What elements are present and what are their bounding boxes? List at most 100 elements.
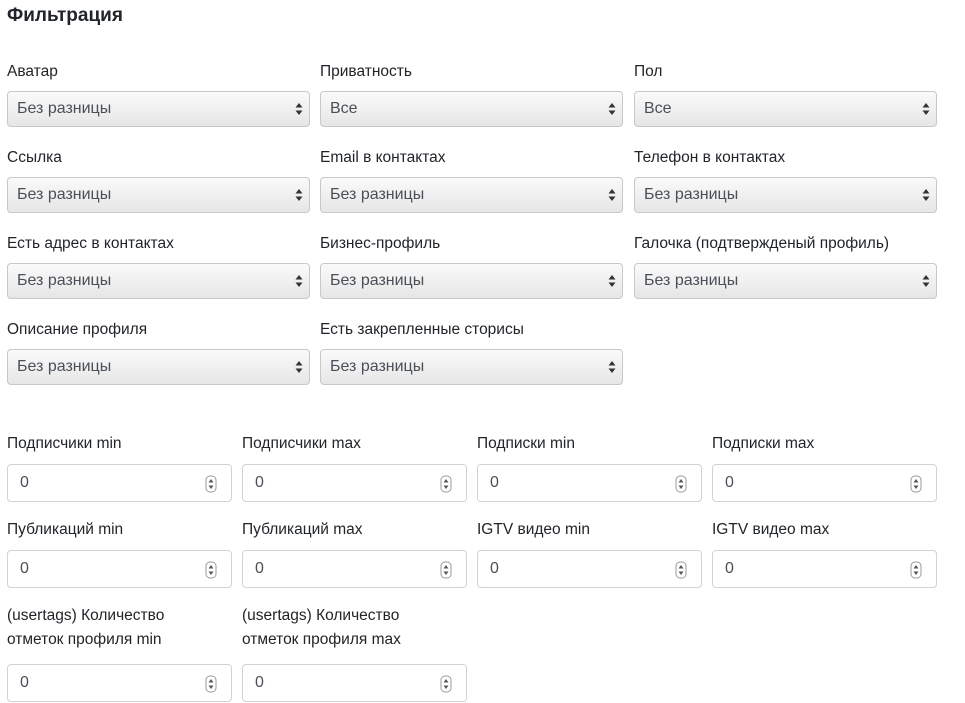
select-value: Без разницы: [17, 272, 112, 289]
number-field: IGTV видео min 0: [477, 518, 702, 588]
chevron-up-down-icon: [608, 189, 616, 201]
number-field: Подписчики min 0: [7, 432, 232, 502]
page-title: Фильтрация: [7, 5, 123, 26]
spinner-arrows-icon[interactable]: [205, 475, 217, 493]
select-label: Есть закрепленные сторисы: [320, 321, 524, 338]
spinner-arrows-icon[interactable]: [205, 675, 217, 693]
select-label: Бизнес-профиль: [320, 235, 441, 252]
select-value: Без разницы: [330, 358, 425, 375]
select-field: Галочка (подтвержденый профиль) Без разн…: [634, 232, 937, 299]
number-input[interactable]: 0: [477, 550, 702, 588]
number-input[interactable]: 0: [242, 464, 467, 502]
select-label: Галочка (подтвержденый профиль): [634, 235, 890, 252]
select-field: Аватар Без разницы: [7, 60, 310, 127]
select-label: Аватар: [7, 63, 58, 80]
chevron-up-down-icon: [295, 103, 303, 115]
number-label: IGTV видео min: [477, 521, 590, 538]
select-value: Без разницы: [17, 186, 112, 203]
select-value: Без разницы: [644, 272, 739, 289]
select-field: Email в контактах Без разницы: [320, 146, 623, 213]
select-field: Телефон в контактах Без разницы: [634, 146, 937, 213]
spinner-arrows-icon[interactable]: [440, 675, 452, 693]
select-dropdown[interactable]: Все: [320, 91, 623, 127]
number-field: Подписчики max 0: [242, 432, 467, 502]
number-label: Подписки min: [477, 435, 575, 452]
select-field: Пол Все: [634, 60, 937, 127]
chevron-up-down-icon: [922, 189, 930, 201]
number-value: 0: [20, 674, 29, 691]
spinner-arrows-icon[interactable]: [440, 561, 452, 579]
number-label: IGTV видео max: [712, 521, 830, 538]
select-field: Есть закрепленные сторисы Без разницы: [320, 318, 623, 385]
number-value: 0: [490, 474, 499, 491]
number-input[interactable]: 0: [7, 464, 232, 502]
select-dropdown[interactable]: Без разницы: [320, 263, 623, 299]
chevron-up-down-icon: [608, 103, 616, 115]
select-label: Есть адрес в контактах: [7, 235, 174, 252]
number-input[interactable]: 0: [242, 550, 467, 588]
select-field: Бизнес-профиль Без разницы: [320, 232, 623, 299]
number-input[interactable]: 0: [477, 464, 702, 502]
number-input[interactable]: 0: [712, 550, 937, 588]
number-value: 0: [490, 560, 499, 577]
select-value: Без разницы: [330, 186, 425, 203]
spinner-arrows-icon[interactable]: [205, 561, 217, 579]
select-value: Без разницы: [644, 186, 739, 203]
select-label: Email в контактах: [320, 149, 446, 166]
select-field: Описание профиля Без разницы: [7, 318, 310, 385]
select-dropdown[interactable]: Без разницы: [7, 91, 310, 127]
number-field: Публикаций min 0: [7, 518, 232, 588]
number-input[interactable]: 0: [242, 664, 467, 702]
number-label: (usertags) Количество отметок профиля ma…: [242, 607, 401, 648]
number-field: Подписки min 0: [477, 432, 702, 502]
select-dropdown[interactable]: Без разницы: [634, 177, 937, 213]
number-label: Подписчики max: [242, 435, 361, 452]
select-field: Есть адрес в контактах Без разницы: [7, 232, 310, 299]
number-value: 0: [725, 560, 734, 577]
number-field: Подписки max 0: [712, 432, 937, 502]
number-input[interactable]: 0: [7, 550, 232, 588]
number-field: (usertags) Количество отметок профиля mi…: [7, 604, 232, 702]
select-label: Телефон в контактах: [634, 149, 786, 166]
number-label: Подписчики min: [7, 435, 122, 452]
number-value: 0: [255, 674, 264, 691]
select-value: Все: [330, 100, 358, 117]
number-field: Публикаций max 0: [242, 518, 467, 588]
spinner-arrows-icon[interactable]: [440, 475, 452, 493]
number-value: 0: [20, 560, 29, 577]
chevron-up-down-icon: [608, 361, 616, 373]
number-value: 0: [255, 474, 264, 491]
select-dropdown[interactable]: Без разницы: [320, 349, 623, 385]
select-value: Без разницы: [17, 358, 112, 375]
select-label: Приватность: [320, 63, 412, 80]
number-input[interactable]: 0: [712, 464, 937, 502]
chevron-up-down-icon: [922, 103, 930, 115]
number-label: (usertags) Количество отметок профиля mi…: [7, 607, 165, 648]
number-input[interactable]: 0: [7, 664, 232, 702]
number-label: Публикаций min: [7, 521, 124, 538]
select-dropdown[interactable]: Без разницы: [7, 263, 310, 299]
chevron-up-down-icon: [295, 361, 303, 373]
select-dropdown[interactable]: Без разницы: [7, 349, 310, 385]
spinner-arrows-icon[interactable]: [910, 475, 922, 493]
select-dropdown[interactable]: Без разницы: [7, 177, 310, 213]
select-label: Описание профиля: [7, 321, 148, 338]
select-dropdown[interactable]: Без разницы: [634, 263, 937, 299]
spinner-arrows-icon[interactable]: [910, 561, 922, 579]
select-label: Пол: [634, 63, 663, 80]
spinner-arrows-icon[interactable]: [675, 475, 687, 493]
number-value: 0: [20, 474, 29, 491]
select-dropdown[interactable]: Все: [634, 91, 937, 127]
spinner-arrows-icon[interactable]: [675, 561, 687, 579]
number-value: 0: [725, 474, 734, 491]
select-value: Без разницы: [17, 100, 112, 117]
select-value: Все: [644, 100, 672, 117]
select-dropdown[interactable]: Без разницы: [320, 177, 623, 213]
select-field: Приватность Все: [320, 60, 623, 127]
select-value: Без разницы: [330, 272, 425, 289]
number-field: IGTV видео max 0: [712, 518, 937, 588]
chevron-up-down-icon: [608, 275, 616, 287]
select-label: Ссылка: [7, 149, 62, 166]
select-field: Ссылка Без разницы: [7, 146, 310, 213]
chevron-up-down-icon: [922, 275, 930, 287]
